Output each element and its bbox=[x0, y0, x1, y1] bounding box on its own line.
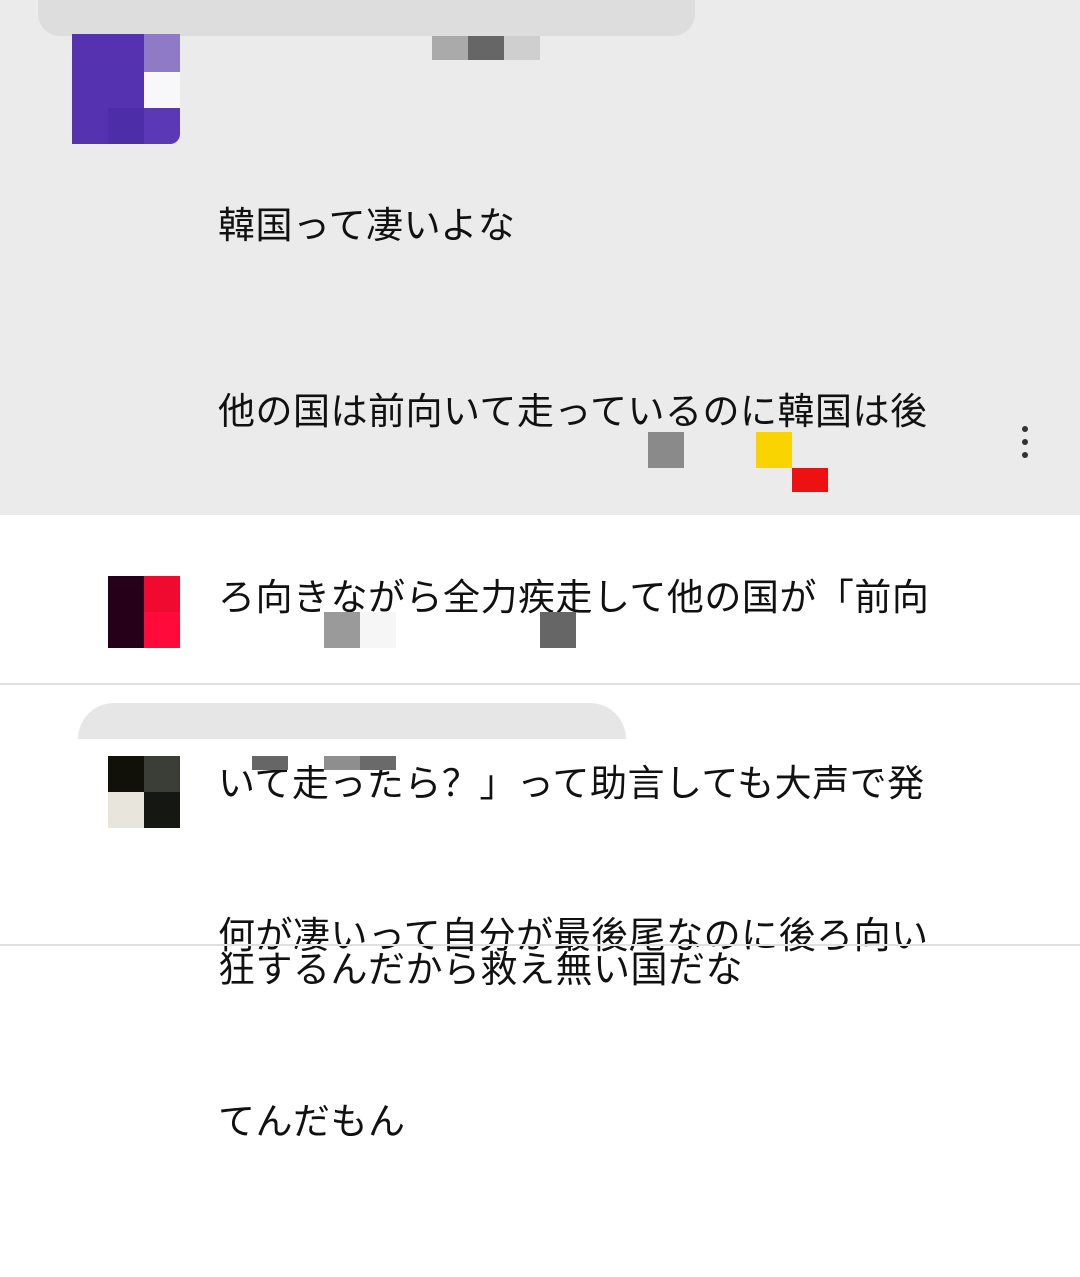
comment-line: てんだもん bbox=[218, 1100, 406, 1143]
redacted-header-bar bbox=[78, 703, 626, 739]
redacted-username bbox=[324, 756, 360, 770]
redacted-text bbox=[540, 612, 576, 648]
redacted-text bbox=[324, 612, 360, 648]
comment-line: 他の国は前向いて走っているのに韓国は後 bbox=[218, 390, 928, 433]
avatar[interactable] bbox=[108, 756, 180, 828]
redacted-header-bar bbox=[38, 0, 695, 36]
redacted-username bbox=[360, 756, 396, 770]
redacted-text bbox=[360, 612, 396, 648]
divider bbox=[0, 944, 1080, 946]
redacted-badge-part bbox=[792, 468, 828, 492]
comment-item[interactable] bbox=[0, 515, 1080, 683]
avatar[interactable] bbox=[72, 34, 180, 144]
comment-line: 何が凄いって自分が最後尾なのに後ろ向い bbox=[218, 914, 929, 957]
comment-body: 何が凄いって自分が最後尾なのに後ろ向い てんだもん bbox=[218, 781, 1038, 1277]
redacted-username bbox=[252, 756, 288, 770]
redacted-username bbox=[432, 36, 540, 60]
comment-line: 韓国って凄いよな bbox=[218, 204, 516, 247]
more-vert-icon[interactable] bbox=[1022, 426, 1030, 458]
comment-item[interactable]: 何が凄いって自分が最後尾なのに後ろ向い てんだもん bbox=[0, 685, 1080, 1143]
avatar[interactable] bbox=[108, 576, 180, 648]
highlighted-comment[interactable]: 韓国って凄いよな 他の国は前向いて走っているのに韓国は後 ろ向きながら全力疾走し… bbox=[0, 0, 1080, 991]
redacted-badge bbox=[756, 432, 792, 468]
redacted-like-button[interactable] bbox=[648, 432, 684, 468]
